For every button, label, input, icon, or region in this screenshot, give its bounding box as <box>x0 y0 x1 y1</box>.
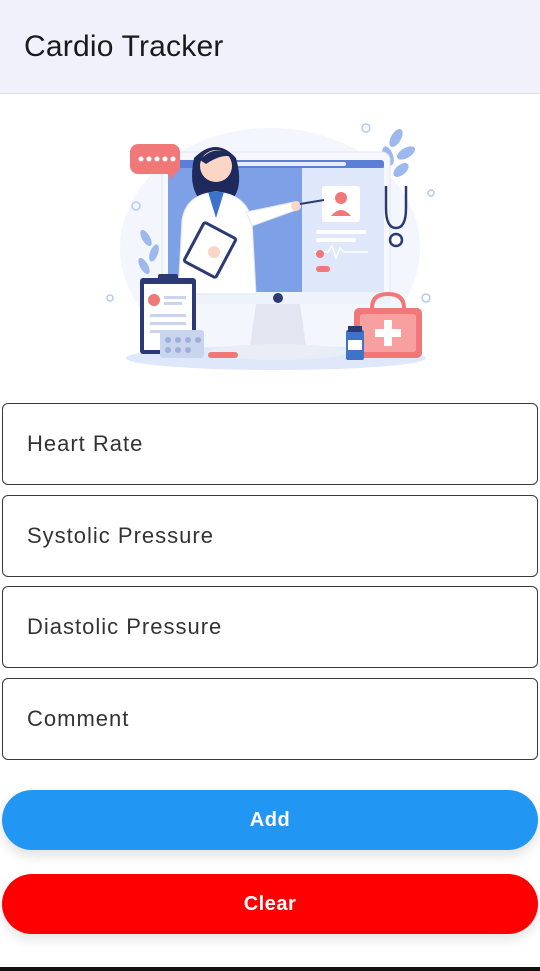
systolic-pressure-field[interactable] <box>2 495 538 577</box>
add-button[interactable]: Add <box>2 790 538 850</box>
heart-rate-input[interactable] <box>3 404 537 484</box>
heart-rate-field[interactable] <box>2 403 538 485</box>
clear-button[interactable]: Clear <box>2 874 538 934</box>
comment-input[interactable] <box>3 679 537 759</box>
diastolic-pressure-field[interactable] <box>2 586 538 668</box>
bottom-divider <box>0 967 540 971</box>
doctor-consultation-illustration <box>106 123 435 370</box>
app-title: Cardio Tracker <box>24 30 224 63</box>
comment-field[interactable] <box>2 678 538 760</box>
app-bar: Cardio Tracker <box>0 0 540 94</box>
systolic-pressure-input[interactable] <box>3 496 537 576</box>
diastolic-pressure-input[interactable] <box>3 587 537 667</box>
